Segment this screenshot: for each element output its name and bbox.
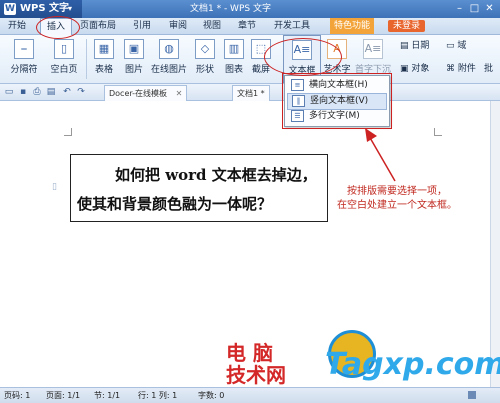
watermark-cn: 电 脑 技术网 — [226, 342, 286, 386]
tab-docer-label: Docer-在线模板 — [109, 89, 168, 98]
menu-developer[interactable]: 开发工具 — [274, 18, 310, 34]
highlight-rect-dropdown — [282, 73, 392, 129]
zoom-icon[interactable] — [468, 391, 476, 399]
attachment-icon: ⌘ — [446, 64, 455, 74]
menu-home[interactable]: 开始 — [8, 18, 26, 34]
shape-icon: ◇ — [195, 39, 215, 59]
more-button[interactable]: 批 — [484, 62, 493, 76]
redo-icon[interactable]: ↷ — [76, 87, 86, 97]
annotation-note: 按排版需要选择一项， 在空白处建立一个文本框。 — [337, 186, 457, 211]
blank-page-icon: ▯ — [54, 39, 74, 59]
close-icon[interactable]: ✕ — [176, 89, 183, 98]
chart-label: 图表 — [224, 65, 243, 75]
status-section: 节: 1/1 — [94, 391, 121, 400]
object-button[interactable]: ▣ 对象 — [400, 62, 429, 76]
watermark-cn-line2: 技术网 — [226, 363, 286, 387]
ribbon-toolbar: ⎯ 分隔符 ▯ 空白页 ▦ 表格 ▣ 图片 ◍ 在线图片 ◇ 形状 ▥ 图表 ⬚… — [0, 35, 500, 84]
paragraph-icon: ▯ — [52, 182, 57, 192]
save-icon[interactable]: ▪ — [18, 87, 28, 97]
annotation-arrow-icon — [365, 128, 396, 182]
highlight-ellipse-textbox — [264, 38, 342, 76]
field-label: 域 — [457, 41, 467, 51]
chart-button[interactable]: ▥ 图表 — [221, 35, 247, 81]
folder-icon[interactable]: ▭ — [4, 87, 14, 97]
status-page: 页码: 1 — [4, 391, 31, 400]
preview-icon[interactable]: ▤ — [46, 87, 56, 97]
watermark-en: Tagxp.com — [325, 347, 500, 382]
vertical-scrollbar[interactable] — [490, 101, 500, 387]
tab-doc1-label: 文档1 * — [237, 89, 265, 98]
picture-button[interactable]: ▣ 图片 — [120, 35, 148, 81]
field-button[interactable]: ▭ 域 — [446, 39, 466, 53]
attachment-label: 附件 — [457, 64, 476, 74]
menu-review[interactable]: 审阅 — [169, 18, 187, 34]
print-icon[interactable]: ⎙ — [32, 87, 42, 97]
page-break-button[interactable]: ⎯ 分隔符 — [4, 35, 44, 81]
table-button[interactable]: ▦ 表格 — [90, 35, 118, 81]
window-title: 文档1 * - WPS 文字 — [190, 4, 271, 14]
maximize-icon[interactable]: □ — [467, 2, 482, 15]
picture-label: 图片 — [124, 65, 143, 75]
document-textbox[interactable]: 如何把 word 文本框去掉边， 使其和背景颜色融为一体呢？ — [70, 154, 328, 222]
margin-mark — [64, 128, 72, 136]
menu-references[interactable]: 引用 — [133, 18, 151, 34]
status-word-count: 字数: 0 — [198, 391, 225, 400]
date-label: 日期 — [411, 41, 430, 51]
textbox-line-1: 如何把 word 文本框去掉边， — [115, 166, 317, 184]
divider — [86, 39, 87, 79]
table-icon: ▦ — [94, 39, 114, 59]
shape-label: 形状 — [195, 65, 214, 75]
online-picture-button[interactable]: ◍ 在线图片 — [150, 35, 188, 81]
minimize-icon[interactable]: – — [452, 2, 467, 15]
field-icon: ▭ — [446, 41, 455, 51]
status-line-col: 行: 1 列: 1 — [138, 391, 178, 400]
tab-doc1[interactable]: 文档1 * — [232, 85, 270, 101]
title-bar: W WPS 文字 ▾ 文档1 * - WPS 文字 – □ ✕ — [0, 0, 500, 18]
online-picture-label: 在线图片 — [150, 65, 187, 75]
menu-features[interactable]: 特色功能 — [330, 18, 375, 34]
close-icon[interactable]: ✕ — [482, 2, 497, 15]
picture-icon: ▣ — [124, 39, 144, 59]
chart-icon: ▥ — [224, 39, 244, 59]
status-pages: 页面: 1/1 — [46, 391, 81, 400]
attachment-button[interactable]: ⌘ 附件 — [446, 62, 476, 76]
date-button[interactable]: ▤ 日期 — [400, 39, 429, 53]
blank-page-button[interactable]: ▯ 空白页 — [46, 35, 82, 81]
chevron-down-icon: ▾ — [68, 4, 73, 13]
textbox-line-2: 使其和背景颜色融为一体呢？ — [77, 195, 273, 213]
tab-strip: ▭ ▪ ⎙ ▤ ↶ ↷ Docer-在线模板 ✕ 文档1 * — [0, 84, 500, 101]
menu-chapter[interactable]: 章节 — [238, 18, 256, 34]
undo-icon[interactable]: ↶ — [62, 87, 72, 97]
highlight-ellipse-insert — [36, 16, 80, 39]
watermark-cn-line1: 电 脑 — [226, 341, 273, 365]
page-break-icon: ⎯ — [14, 39, 34, 59]
calendar-icon: ▤ — [400, 41, 409, 51]
tab-docer[interactable]: Docer-在线模板 ✕ — [104, 85, 188, 101]
shape-button[interactable]: ◇ 形状 — [191, 35, 219, 81]
object-icon: ▣ — [400, 64, 409, 74]
menu-page-layout[interactable]: 页面布局 — [80, 18, 116, 34]
menu-view[interactable]: 视图 — [203, 18, 221, 34]
login-button[interactable]: 未登录 — [388, 20, 426, 32]
status-bar: 页码: 1 页面: 1/1 节: 1/1 行: 1 列: 1 字数: 0 — [0, 387, 500, 403]
dropcap-icon: A≡ — [363, 39, 383, 59]
object-label: 对象 — [411, 64, 430, 74]
app-menu-button[interactable]: W WPS 文字 ▾ — [0, 0, 82, 18]
blank-page-label: 空白页 — [50, 65, 78, 75]
margin-mark — [434, 128, 442, 136]
online-picture-icon: ◍ — [159, 39, 179, 59]
table-label: 表格 — [94, 65, 113, 75]
wps-logo-icon: W — [4, 3, 16, 15]
page-break-label: 分隔符 — [10, 65, 38, 75]
